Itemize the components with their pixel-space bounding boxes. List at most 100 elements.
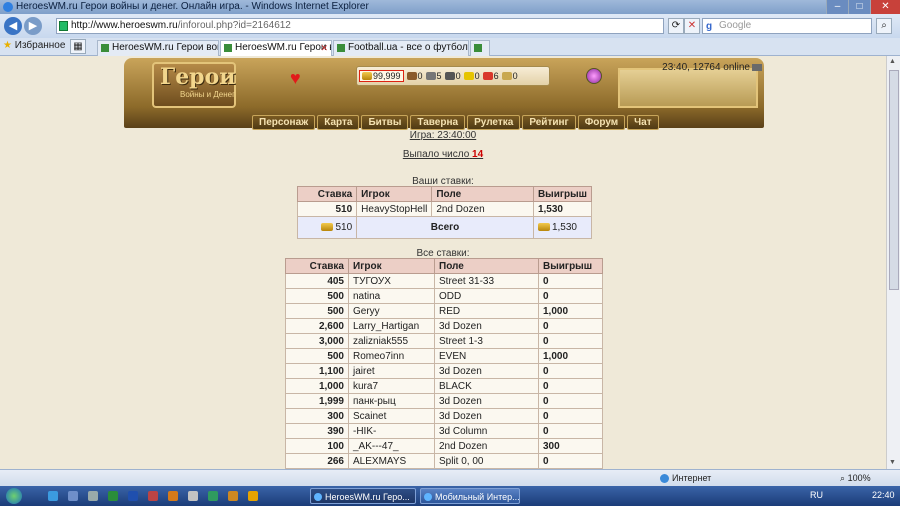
app4-icon[interactable] — [248, 491, 258, 501]
col-stake: Ставка — [285, 258, 349, 274]
all-bets-table: Ставка Игрок Поле Выигрыш 405 ТУГОУХ Stree… — [285, 258, 603, 469]
app3-icon[interactable] — [228, 491, 238, 501]
gem-amount: 0 — [512, 71, 518, 81]
quick-tabs-button[interactable]: ▦ — [70, 39, 86, 54]
gold-amount: 99,999 — [373, 71, 401, 81]
col-stake: Ставка — [296, 186, 358, 202]
game-logo-sub: Войны и Денег — [180, 90, 235, 99]
excel-icon[interactable] — [108, 491, 118, 501]
task-heroes[interactable]: HeroesWM.ru Геро... — [310, 488, 416, 504]
mercury-amount: 0 — [455, 71, 461, 81]
task-mobile-internet[interactable]: Мобильный Интер... — [420, 488, 520, 504]
bet-stake: 1,999 — [285, 393, 349, 409]
tab-label: Football.ua - все о футболе — [348, 42, 469, 53]
menu-tavern[interactable]: Таверна — [410, 115, 466, 130]
tab-bar: ★ Избранное ▦ HeroesWM.ru Герои войн... … — [0, 38, 900, 56]
bet-field: 3d Column — [434, 423, 539, 439]
wood-amount: 0 — [417, 71, 423, 81]
forward-button[interactable]: ▶ — [24, 17, 42, 35]
menu-battles[interactable]: Битвы — [361, 115, 409, 130]
sulfur-amount: 0 — [474, 71, 480, 81]
potion-icon[interactable] — [586, 68, 602, 84]
bet-stake: 405 — [285, 273, 349, 289]
search-button[interactable]: ⌕ — [876, 18, 892, 34]
menu-roulette[interactable]: Рулетка — [467, 115, 521, 130]
bet-field: 3d Dozen — [434, 363, 539, 379]
dropped-number-link[interactable]: Выпало число 14 — [403, 149, 483, 160]
tool-icon[interactable] — [188, 491, 198, 501]
refresh-button[interactable]: ⟳ — [668, 18, 684, 34]
gem-icon — [501, 72, 512, 80]
search-input[interactable]: g Google — [702, 18, 872, 34]
menu-forum[interactable]: Форум — [577, 115, 626, 130]
language-indicator[interactable]: RU — [810, 490, 823, 500]
bet-player: Geryy — [348, 303, 435, 319]
ie-icon[interactable] — [48, 491, 58, 501]
scroll-thumb[interactable] — [889, 70, 899, 290]
app-icon[interactable] — [88, 491, 98, 501]
bet-player: Romeo7inn — [348, 348, 435, 364]
url-host: http://www.heroeswm.ru — [71, 20, 178, 31]
security-zone[interactable]: Интернет — [660, 473, 711, 484]
back-button[interactable]: ◀ — [4, 17, 22, 35]
table-header-row: Ставка Игрок Поле Выигрыш — [285, 258, 603, 274]
menu-character[interactable]: Персонаж — [252, 115, 316, 130]
bet-win: 0 — [538, 393, 603, 409]
tab-football[interactable]: Football.ua - все о футболе — [333, 40, 469, 56]
app2-icon[interactable] — [208, 491, 218, 501]
word-icon[interactable] — [128, 491, 138, 501]
table-row: 390 -НIK- 3d Column 0 — [285, 423, 603, 439]
crystal-icon — [482, 72, 493, 80]
online-text: 23:40, 12764 online — [662, 62, 750, 73]
tab-heroes-2[interactable]: HeroesWM.ru Герои войн...✕ — [220, 40, 332, 56]
minimize-button[interactable]: – — [826, 0, 848, 14]
bet-stake: 1,000 — [285, 378, 349, 394]
table-row: 1,100 jairet 3d Dozen 0 — [285, 363, 603, 379]
ore-resource: 5 — [425, 71, 442, 81]
media-icon[interactable] — [148, 491, 158, 501]
explorer-icon[interactable] — [68, 491, 78, 501]
table-row: 510 HeavyStopHell 2nd Dozen 1,530 — [296, 201, 593, 217]
bet-win: 0 — [538, 318, 603, 334]
taskbar: HeroesWM.ru Геро... Мобильный Интер... R… — [0, 486, 900, 506]
close-window-button[interactable]: ✕ — [870, 0, 900, 14]
bet-player: jairet — [348, 363, 435, 379]
maximize-button[interactable]: □ — [848, 0, 870, 14]
tab-label: HeroesWM.ru Герои войн... — [112, 42, 218, 53]
heart-icon[interactable]: ♥ — [290, 68, 301, 89]
bet-field: 3d Dozen — [434, 318, 539, 334]
bet-field: BLACK — [434, 378, 539, 394]
zoom-level[interactable]: ⌕ 100% — [840, 473, 871, 484]
dropped-number: Выпало число 14 — [0, 149, 886, 160]
bet-stake: 500 — [285, 288, 349, 304]
game-time-link[interactable]: Игра: 23:40:00 — [410, 130, 476, 141]
new-tab-button[interactable] — [470, 40, 490, 56]
scroll-down-icon[interactable]: ▼ — [889, 459, 896, 466]
address-input[interactable]: http://www.heroeswm.ru/inforoul.php?id=2… — [56, 18, 664, 34]
menu-chat[interactable]: Чат — [627, 115, 659, 130]
table-row: 266 ALEXMAYS Split 0, 00 0 — [285, 453, 603, 469]
vertical-scrollbar[interactable]: ▲ ▼ — [886, 56, 900, 469]
stop-button[interactable]: ✕ — [684, 18, 700, 34]
crystal-resource: 6 — [482, 71, 499, 81]
resource-bar: 99,999 0 5 0 0 6 0 — [356, 66, 550, 86]
favorites-button[interactable]: ★ Избранное — [3, 40, 65, 51]
bet-field: Split 0, 00 — [434, 453, 539, 469]
menu-rating[interactable]: Рейтинг — [522, 115, 576, 130]
mercury-icon — [444, 72, 455, 80]
scroll-up-icon[interactable]: ▲ — [889, 58, 896, 65]
close-tab-icon[interactable]: ✕ — [320, 41, 328, 55]
bet-player: ТУГОУХ — [348, 273, 435, 289]
crystal-amount: 6 — [493, 71, 499, 81]
start-button[interactable] — [6, 488, 22, 504]
bet-win: 0 — [538, 273, 603, 289]
tab-heroes-1[interactable]: HeroesWM.ru Герои войн... — [97, 40, 219, 56]
game-logo[interactable]: Герои — [160, 64, 236, 90]
bet-win: 1,000 — [538, 348, 603, 364]
col-win: Выигрыш — [532, 186, 593, 202]
bet-stake: 390 — [285, 423, 349, 439]
mail-icon[interactable] — [752, 63, 762, 71]
firefox-icon[interactable] — [168, 491, 178, 501]
col-player: Игрок — [348, 258, 435, 274]
menu-map[interactable]: Карта — [317, 115, 360, 130]
